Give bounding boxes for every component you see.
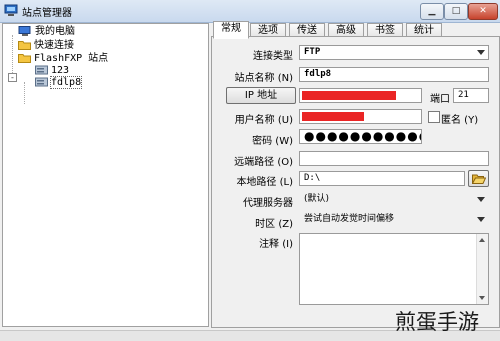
server-icon xyxy=(35,65,48,75)
local-path-label: 本地路径 (L) xyxy=(236,177,293,188)
anonymous-label: 匿名 (Y) xyxy=(441,115,479,126)
tree-line xyxy=(24,82,25,104)
notes-label: 注释 (I) xyxy=(259,239,293,250)
folder-icon xyxy=(18,41,31,50)
tree-item-label: 123 xyxy=(51,65,70,76)
tree-line xyxy=(12,35,13,75)
password-value: ●●●●●●●●●●● xyxy=(304,129,422,143)
tab-general[interactable]: 常规 xyxy=(213,21,249,39)
window-title: 站点管理器 xyxy=(22,8,72,19)
site-name-value: fdlp8 xyxy=(304,69,332,79)
local-path-value: D:\ xyxy=(304,173,321,183)
title-bar: 站点管理器 ▁ □ ✕ xyxy=(0,0,500,23)
port-value: 21 xyxy=(458,90,469,100)
port-label: 端口 xyxy=(430,94,450,105)
maximize-button[interactable]: □ xyxy=(444,3,468,20)
dropdown-arrow-icon xyxy=(477,50,485,55)
port-input[interactable]: 21 xyxy=(453,88,489,103)
dropdown-arrow-icon xyxy=(477,217,485,222)
computer-icon xyxy=(18,26,31,36)
site-manager-icon xyxy=(4,4,18,16)
dropdown-arrow-icon xyxy=(477,197,485,202)
server-icon xyxy=(35,77,48,87)
connection-type-value: FTP xyxy=(304,47,321,57)
proxy-label: 代理服务器 xyxy=(243,198,293,209)
username-input[interactable] xyxy=(299,109,422,124)
tree-item-my-computer[interactable]: 我的电脑 xyxy=(18,25,75,38)
tree-item-label: 快速连接 xyxy=(34,40,74,51)
tree-item-label: fdlp8 xyxy=(49,76,83,89)
open-folder-icon xyxy=(472,174,486,184)
tree-item-site-fdlp8[interactable]: fdlp8 xyxy=(35,76,83,89)
minimize-button[interactable]: ▁ xyxy=(420,3,444,20)
close-button[interactable]: ✕ xyxy=(468,3,498,20)
connection-type-select[interactable]: FTP xyxy=(299,45,489,60)
username-label: 用户名称 (U) xyxy=(234,115,293,126)
password-label: 密码 (W) xyxy=(252,136,293,147)
notes-textarea[interactable] xyxy=(299,233,489,305)
proxy-value: (默认) xyxy=(304,194,330,204)
ip-address-button[interactable]: IP 地址 xyxy=(226,87,296,104)
scroll-up-icon[interactable] xyxy=(479,238,485,242)
password-input[interactable]: ●●●●●●●●●●● xyxy=(299,129,422,144)
site-tree[interactable]: 我的电脑 快速连接 - FlashFXP 站点 123 fdlp8 xyxy=(2,23,209,327)
remote-path-label: 远端路径 (O) xyxy=(234,157,293,168)
anonymous-checkbox[interactable] xyxy=(428,111,440,123)
scroll-down-icon[interactable] xyxy=(479,296,485,300)
browse-folder-button[interactable] xyxy=(468,170,489,187)
timezone-value: 尝试自动发觉时间偏移 xyxy=(304,214,395,224)
collapse-toggle[interactable]: - xyxy=(8,73,17,82)
proxy-select[interactable]: (默认) xyxy=(299,192,489,207)
timezone-select[interactable]: 尝试自动发觉时间偏移 xyxy=(299,212,489,227)
tree-item-quick-connect[interactable]: 快速连接 xyxy=(18,39,74,52)
timezone-label: 时区 (Z) xyxy=(255,219,293,230)
notes-scrollbar[interactable] xyxy=(476,234,488,304)
tree-item-label: FlashFXP 站点 xyxy=(34,53,109,64)
redaction-mark xyxy=(302,112,364,121)
folder-icon xyxy=(18,54,31,63)
watermark-text: 煎蛋手游 xyxy=(395,310,479,334)
site-name-input[interactable]: fdlp8 xyxy=(299,67,489,82)
tree-item-label: 我的电脑 xyxy=(35,26,75,37)
local-path-input[interactable]: D:\ xyxy=(299,171,465,186)
connection-type-label: 连接类型 xyxy=(253,51,293,62)
site-name-label: 站点名称 (N) xyxy=(234,73,293,84)
remote-path-input[interactable] xyxy=(299,151,489,166)
